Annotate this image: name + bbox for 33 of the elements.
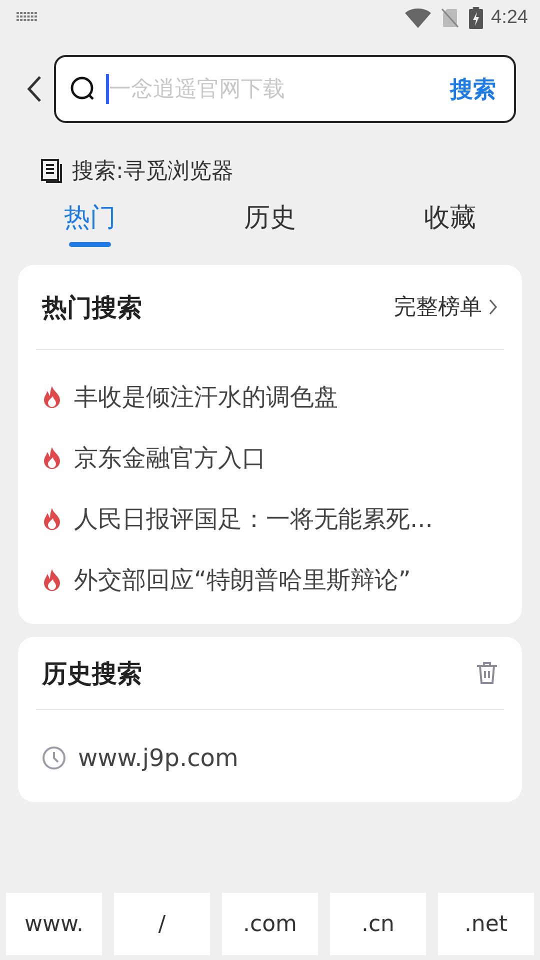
back-icon[interactable]	[26, 75, 42, 103]
text-cursor	[106, 74, 109, 104]
no-sim-icon	[441, 8, 460, 28]
flame-icon	[42, 446, 62, 468]
search-icon	[70, 76, 96, 102]
hot-search-item[interactable]: 外交部回应“特朗普哈里斯辩论”	[74, 564, 411, 596]
battery-icon	[469, 7, 484, 29]
trash-icon[interactable]	[476, 661, 498, 685]
document-icon	[40, 158, 64, 184]
hot-search-item[interactable]: 人民日报评国足：一将无能累死...	[74, 502, 433, 534]
flame-icon	[42, 568, 62, 590]
tab[interactable]: 热门	[64, 200, 116, 247]
card-title: 热门搜索	[42, 292, 142, 324]
quick-key[interactable]: /	[114, 893, 210, 955]
search-suggestion[interactable]: 搜索:寻觅浏览器	[72, 156, 234, 186]
search-button[interactable]: 搜索	[450, 74, 496, 104]
clock-icon	[42, 746, 66, 770]
full-list-link[interactable]: 完整榜单	[394, 292, 498, 322]
quick-key[interactable]: .net	[438, 893, 534, 955]
flame-icon	[42, 386, 62, 408]
status-time: 4:24	[491, 7, 528, 29]
history-item[interactable]: www.j9p.com	[78, 744, 238, 772]
quick-key[interactable]: .com	[222, 893, 318, 955]
tab[interactable]: 历史	[244, 200, 296, 247]
quick-key[interactable]: www.	[6, 893, 102, 955]
quick-key[interactable]: .cn	[330, 893, 426, 955]
tab[interactable]: 收藏	[424, 200, 476, 247]
flame-icon	[42, 508, 62, 530]
card-title: 历史搜索	[42, 658, 142, 690]
chevron-icon	[488, 298, 498, 316]
wifi-icon	[405, 8, 432, 28]
hot-search-item[interactable]: 京东金融官方入口	[74, 442, 266, 474]
hot-search-item[interactable]: 丰收是倾注汗水的调色盘	[74, 380, 338, 412]
